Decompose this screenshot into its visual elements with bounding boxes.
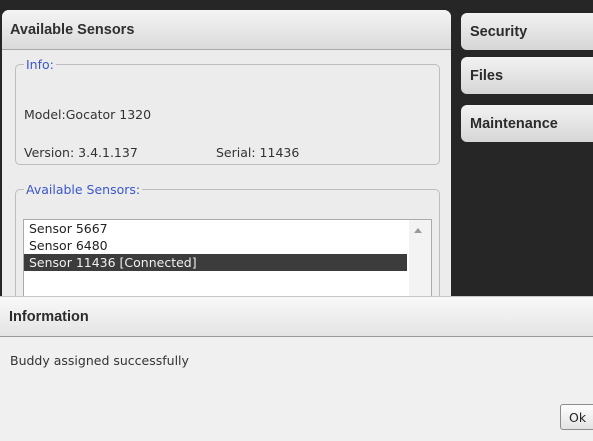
dialog-title: Information [0,297,593,337]
list-scrollbar[interactable] [409,220,431,308]
information-dialog: Information Buddy assigned successfully … [0,296,593,441]
tab-security[interactable]: Security [461,13,593,50]
info-legend: Info: [26,57,54,72]
tab-label: Security [470,23,528,40]
list-item-selected[interactable]: Sensor 11436 [Connected] [24,254,407,271]
tab-label: Files [470,67,504,84]
sensor-label: Sensor 5667 [29,221,108,236]
serial-label: Serial: 11436 [216,145,300,160]
tab-label: Maintenance [470,115,558,132]
list-item[interactable]: Sensor 5667 [24,220,407,237]
panel-title: Available Sensors [2,10,451,50]
tab-maintenance[interactable]: Maintenance [461,105,593,142]
version-label: Version: 3.4.1.137 [24,145,138,160]
dialog-message: Buddy assigned successfully [10,353,189,368]
sensors-legend: Available Sensors: [26,182,141,197]
sensor-label: Sensor 11436 [Connected] [29,255,197,270]
ok-button[interactable]: Ok [560,404,593,430]
model-label: Model:Gocator 1320 [24,107,152,122]
list-item[interactable]: Sensor 6480 [24,237,407,254]
sensor-label: Sensor 6480 [29,238,108,253]
scroll-up-arrow-icon[interactable] [414,228,422,233]
tab-files[interactable]: Files [461,57,593,94]
